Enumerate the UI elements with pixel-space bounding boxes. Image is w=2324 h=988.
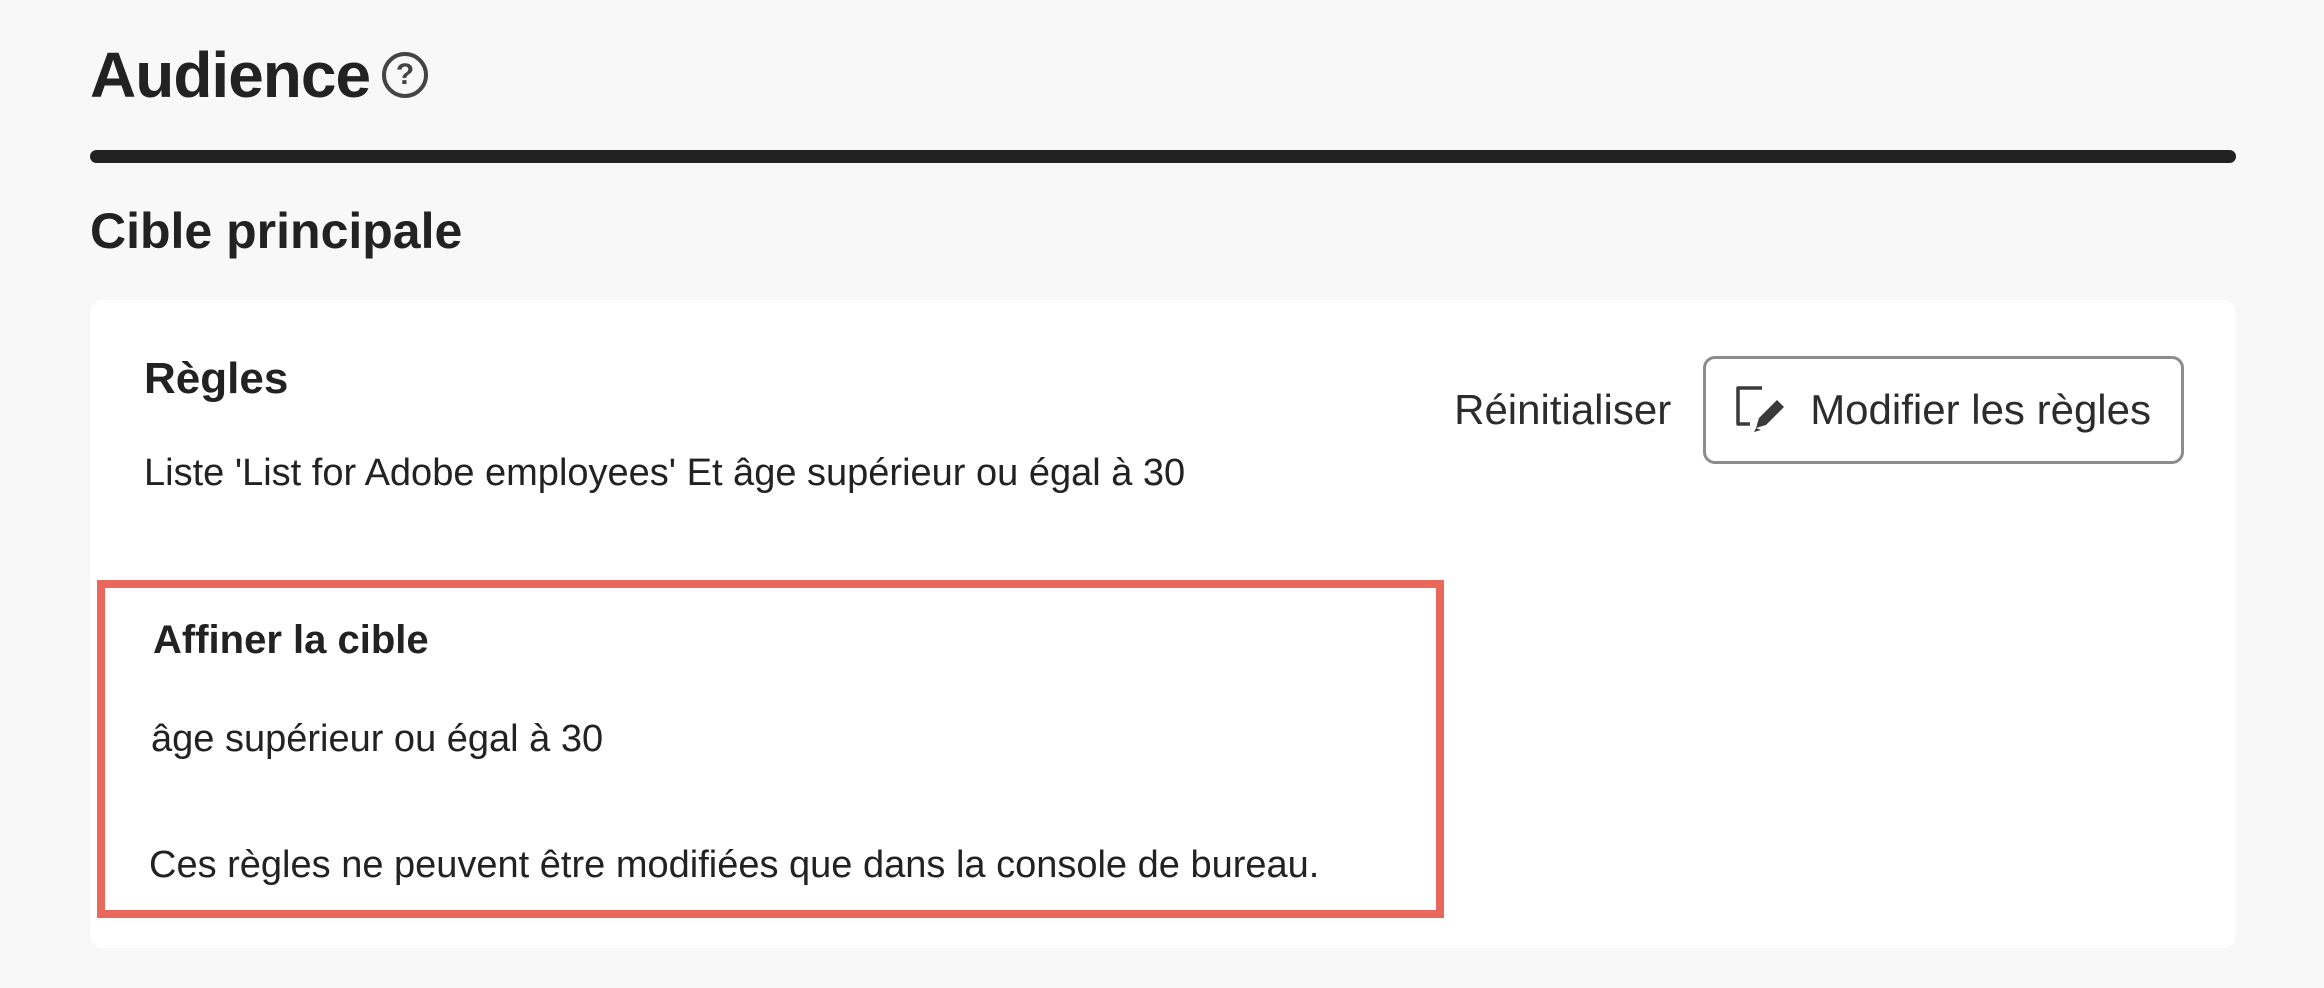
rules-actions: Réinitialiser Modifier les règles <box>1454 356 2184 464</box>
modify-rules-label: Modifier les règles <box>1810 386 2151 433</box>
main-target-card: Règles Liste 'List for Adobe employees' … <box>90 300 2236 948</box>
edit-icon <box>1736 386 1785 432</box>
main-target-title: Cible principale <box>90 203 463 259</box>
audience-header: Audience ? <box>90 30 429 120</box>
audience-page: Audience ? Cible principale Règles Liste… <box>0 0 2324 988</box>
refine-title: Affiner la cible <box>153 618 429 662</box>
refine-target-box: Affiner la cible âge supérieur ou égal à… <box>97 580 1444 918</box>
modify-rules-button[interactable]: Modifier les règles <box>1703 356 2184 464</box>
rules-title: Règles <box>144 354 289 403</box>
section-title: Audience <box>90 39 371 111</box>
reset-button[interactable]: Réinitialiser <box>1454 386 1671 434</box>
header-divider <box>90 150 2236 163</box>
help-circle-icon[interactable]: ? <box>382 52 429 98</box>
refine-rule: âge supérieur ou égal à 30 <box>151 718 604 760</box>
refine-note: Ces règles ne peuvent être modifiées que… <box>149 844 1320 886</box>
rules-description: Liste 'List for Adobe employees' Et âge … <box>144 452 1186 494</box>
